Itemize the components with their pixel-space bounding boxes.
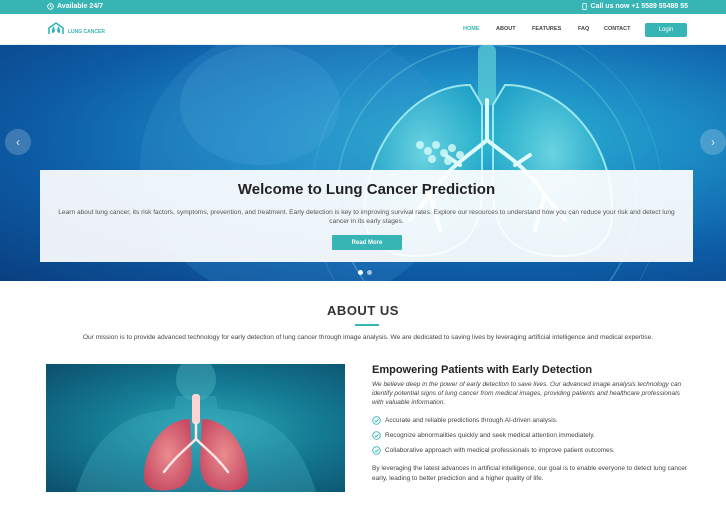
nav-menu: HOME ABOUT FEATURES FAQ CONTACT xyxy=(463,26,644,32)
phone-text[interactable]: Call us now +1 5589 55488 55 xyxy=(591,3,688,10)
nav-item-home[interactable]: HOME xyxy=(463,26,496,32)
carousel-next-button[interactable]: › xyxy=(700,129,726,155)
human-lungs-illustration xyxy=(76,364,316,492)
check-circle-icon xyxy=(372,446,381,455)
title-underline xyxy=(355,324,379,326)
phone-info: Call us now +1 5589 55488 55 xyxy=(581,3,688,10)
check-circle-icon xyxy=(372,416,381,425)
read-more-button[interactable]: Read More xyxy=(332,235,402,250)
about-content: Empowering Patients with Early Detection… xyxy=(372,364,692,483)
carousel-indicators xyxy=(358,270,372,275)
hero-carousel: ‹ › Welcome to Lung Cancer Prediction Le… xyxy=(0,45,726,281)
chevron-right-icon: › xyxy=(711,135,715,149)
checklist-item: Recognize abnormalities quickly and seek… xyxy=(372,428,692,443)
phone-icon xyxy=(581,3,587,10)
checklist-text: Collaborative approach with medical prof… xyxy=(385,447,615,454)
site-logo[interactable]: LUNG CANCER xyxy=(46,22,105,36)
clock-icon xyxy=(47,3,54,10)
lungs-logo-icon xyxy=(48,22,64,34)
hero-description: Learn about lung cancer, its risk factor… xyxy=(58,209,675,225)
about-section-title: ABOUT US xyxy=(327,303,399,318)
carousel-dot-2[interactable] xyxy=(367,270,372,275)
about-heading: Empowering Patients with Early Detection xyxy=(372,364,593,376)
chevron-left-icon: ‹ xyxy=(16,135,20,149)
top-bar: Available 24/7 Call us now +1 5589 55488… xyxy=(0,0,726,14)
about-intro: We believe deep in the power of early de… xyxy=(372,381,682,406)
check-circle-icon xyxy=(372,431,381,440)
nav-item-features[interactable]: FEATURES xyxy=(532,26,578,32)
availability-text: Available 24/7 xyxy=(57,3,104,10)
availability-info: Available 24/7 xyxy=(47,3,103,10)
lungs-xray-image xyxy=(46,364,345,492)
logo-text: LUNG CANCER xyxy=(68,28,105,35)
checklist-text: Recognize abnormalities quickly and seek… xyxy=(385,432,595,439)
carousel-dot-1[interactable] xyxy=(358,270,363,275)
nav-item-about[interactable]: ABOUT xyxy=(496,26,532,32)
nav-item-contact[interactable]: CONTACT xyxy=(604,26,644,32)
checklist-text: Accurate and reliable predictions throug… xyxy=(385,417,558,424)
feature-checklist: Accurate and reliable predictions throug… xyxy=(372,413,692,458)
about-description: Our mission is to provide advanced techn… xyxy=(82,334,654,341)
checklist-item: Accurate and reliable predictions throug… xyxy=(372,413,692,428)
login-button[interactable]: Login xyxy=(645,23,687,37)
carousel-prev-button[interactable]: ‹ xyxy=(5,129,31,155)
hero-title: Welcome to Lung Cancer Prediction xyxy=(237,181,496,198)
about-outro: By leveraging the latest advances in art… xyxy=(372,465,688,482)
hero-caption: Welcome to Lung Cancer Prediction Learn … xyxy=(40,170,693,262)
main-navbar: LUNG CANCER HOME ABOUT FEATURES FAQ CONT… xyxy=(0,14,726,45)
checklist-item: Collaborative approach with medical prof… xyxy=(372,443,692,458)
nav-item-faq[interactable]: FAQ xyxy=(578,26,604,32)
